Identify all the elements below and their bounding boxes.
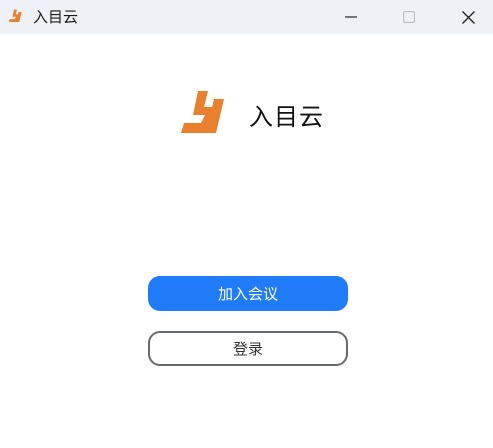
app-name: 入目云 bbox=[249, 103, 324, 131]
maximize-button[interactable] bbox=[386, 0, 432, 34]
title-bar[interactable]: 入目云 bbox=[0, 0, 493, 34]
app-logo-icon bbox=[8, 9, 22, 23]
minimize-icon bbox=[345, 16, 357, 18]
app-logo-icon bbox=[181, 91, 224, 133]
close-button[interactable] bbox=[445, 0, 491, 34]
join-meeting-label: 加入会议 bbox=[217, 285, 278, 303]
app-window: 入目云 入目云 加入会议 登录 bbox=[0, 0, 493, 448]
login-label: 登录 bbox=[232, 340, 263, 358]
minimize-button[interactable] bbox=[328, 0, 374, 34]
close-icon bbox=[461, 10, 475, 24]
login-button[interactable]: 登录 bbox=[148, 331, 348, 366]
maximize-icon bbox=[403, 11, 415, 23]
join-meeting-button[interactable]: 加入会议 bbox=[148, 276, 348, 311]
window-title: 入目云 bbox=[33, 8, 79, 26]
brand-header: 入目云 bbox=[178, 89, 338, 145]
